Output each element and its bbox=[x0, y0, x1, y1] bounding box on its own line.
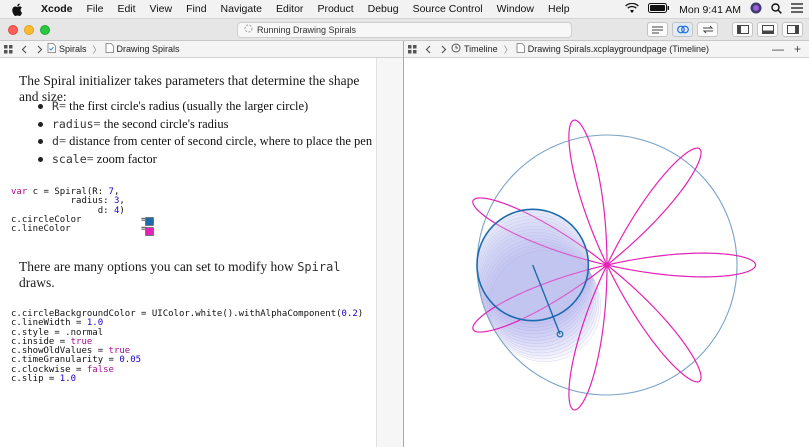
standard-editor-button[interactable] bbox=[647, 22, 668, 37]
spiral-drawing bbox=[472, 119, 757, 411]
related-items-icon[interactable] bbox=[4, 44, 13, 54]
menu-file[interactable]: File bbox=[80, 3, 111, 15]
version-editor-button[interactable] bbox=[697, 22, 718, 37]
menu-window[interactable]: Window bbox=[490, 3, 541, 15]
notification-center-icon[interactable] bbox=[791, 3, 803, 16]
menu-navigate[interactable]: Navigate bbox=[214, 3, 269, 15]
list-item: d = distance from center of second circl… bbox=[38, 133, 372, 151]
list-item: radius = the second circle's radius bbox=[38, 116, 372, 134]
breadcrumb-drawing-spirals[interactable]: Drawing Spirals bbox=[105, 43, 180, 55]
minimize-window-button[interactable] bbox=[24, 25, 34, 35]
back-arrow-icon[interactable] bbox=[425, 45, 432, 54]
related-items-icon[interactable] bbox=[408, 44, 417, 54]
timeline-icon bbox=[451, 43, 461, 55]
playground-editor[interactable]: The Spiral initializer takes parameters … bbox=[0, 58, 376, 447]
line-color-swatch[interactable] bbox=[145, 227, 154, 236]
list-item: R = the first circle's radius (usually t… bbox=[38, 98, 372, 116]
toggle-utilities-button[interactable] bbox=[782, 22, 803, 37]
breadcrumb-timeline[interactable]: Timeline bbox=[451, 43, 498, 55]
timeline-live-view[interactable] bbox=[404, 58, 809, 447]
bullet-icon bbox=[38, 156, 43, 162]
menu-edit[interactable]: Edit bbox=[110, 3, 142, 15]
menu-source-control[interactable]: Source Control bbox=[406, 3, 490, 15]
window-toolbar: Running Drawing Spirals bbox=[0, 19, 809, 41]
menu-bar: Xcode File Edit View Find Navigate Edito… bbox=[0, 0, 809, 19]
toggle-navigator-button[interactable] bbox=[732, 22, 753, 37]
menu-product[interactable]: Product bbox=[310, 3, 360, 15]
bullet-icon bbox=[38, 104, 43, 110]
close-window-button[interactable] bbox=[8, 25, 18, 35]
menu-debug[interactable]: Debug bbox=[361, 3, 406, 15]
breadcrumb-separator: 〉 bbox=[92, 44, 102, 55]
code-block-initializer[interactable]: var c = Spiral(R: 7, radius: 3, d: 4) c.… bbox=[11, 187, 152, 234]
bullet-icon bbox=[38, 139, 43, 145]
spinner-icon bbox=[244, 24, 253, 36]
add-editor-button[interactable]: + bbox=[794, 42, 801, 56]
forward-arrow-icon[interactable] bbox=[36, 45, 43, 54]
zoom-window-button[interactable] bbox=[40, 25, 50, 35]
activity-viewer: Running Drawing Spirals bbox=[237, 22, 572, 38]
code-block-options[interactable]: c.circleBackgroundColor = UIColor.white(… bbox=[11, 309, 363, 384]
remove-editor-button[interactable]: — bbox=[772, 42, 784, 56]
left-jump-bar: Spirals 〉 Drawing Spirals bbox=[0, 41, 403, 58]
list-item: scale = zoom factor bbox=[38, 151, 372, 169]
page-icon bbox=[516, 43, 525, 55]
wifi-icon[interactable] bbox=[625, 2, 639, 17]
forward-arrow-icon[interactable] bbox=[440, 45, 447, 54]
spotlight-icon[interactable] bbox=[771, 2, 782, 17]
breadcrumb-timeline-page[interactable]: Drawing Spirals.xcplaygroundpage (Timeli… bbox=[516, 43, 709, 55]
back-arrow-icon[interactable] bbox=[21, 45, 28, 54]
assistant-editor-button[interactable] bbox=[672, 22, 693, 37]
page-icon bbox=[105, 43, 114, 55]
menu-clock[interactable]: Mon 9:41 AM bbox=[679, 4, 741, 16]
activity-status-text: Running Drawing Spirals bbox=[257, 25, 357, 35]
siri-icon[interactable] bbox=[750, 2, 762, 17]
menu-find[interactable]: Find bbox=[179, 3, 213, 15]
breadcrumb-separator: 〉 bbox=[503, 44, 513, 55]
right-jump-bar: Timeline 〉 Drawing Spirals.xcplaygroundp… bbox=[404, 41, 809, 58]
parameter-list: R = the first circle's radius (usually t… bbox=[38, 98, 372, 168]
breadcrumb-spirals[interactable]: Spirals bbox=[47, 43, 87, 55]
circle-color-swatch[interactable] bbox=[145, 217, 154, 226]
menu-view[interactable]: View bbox=[143, 3, 180, 15]
bullet-icon bbox=[38, 121, 43, 127]
menu-help[interactable]: Help bbox=[541, 3, 577, 15]
options-paragraph: There are many options you can set to mo… bbox=[19, 259, 341, 290]
menu-editor[interactable]: Editor bbox=[269, 3, 310, 15]
results-sidebar bbox=[376, 58, 403, 447]
apple-icon[interactable] bbox=[10, 3, 24, 16]
battery-icon[interactable] bbox=[648, 3, 670, 16]
playground-icon bbox=[47, 43, 56, 55]
menu-app-name[interactable]: Xcode bbox=[34, 3, 80, 15]
toggle-debug-area-button[interactable] bbox=[757, 22, 778, 37]
